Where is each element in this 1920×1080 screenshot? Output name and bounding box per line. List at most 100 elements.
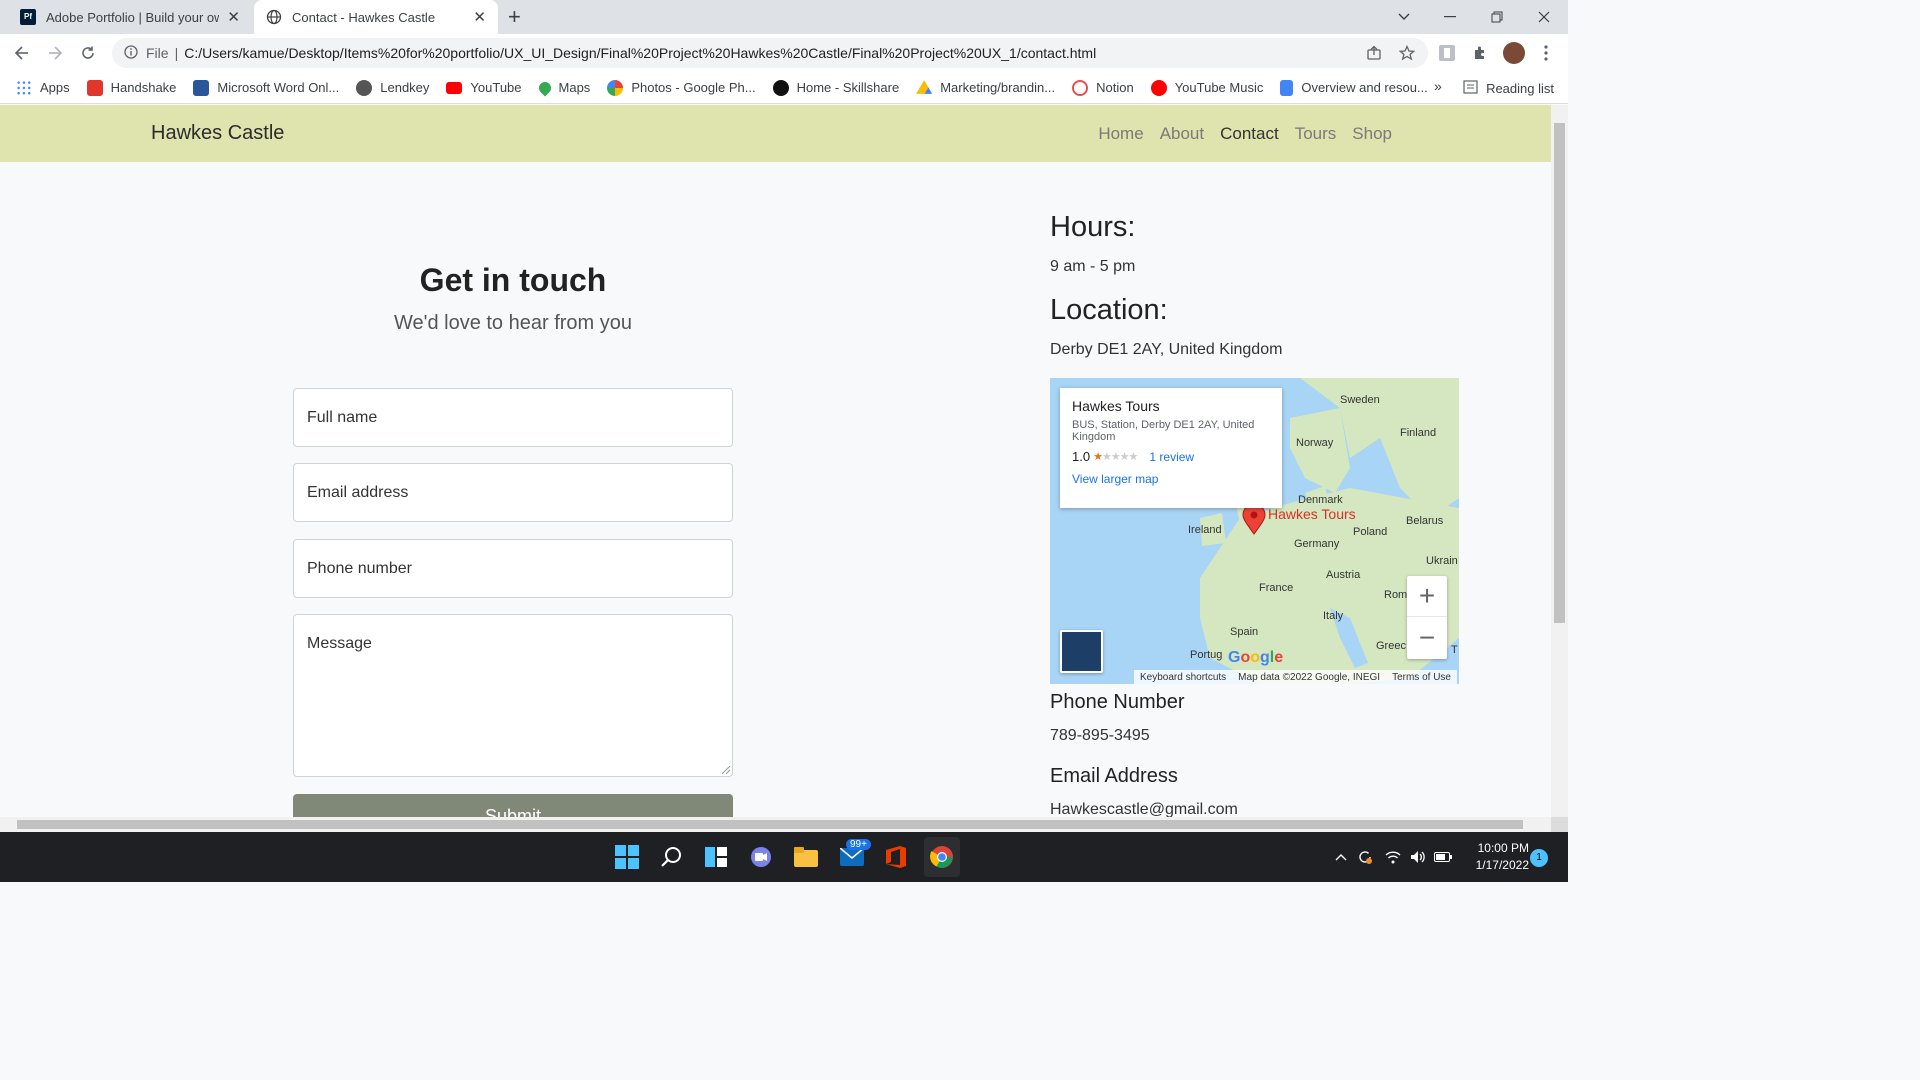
message-textarea[interactable]: Message xyxy=(293,614,733,777)
bookmark-maps[interactable]: Maps xyxy=(536,79,590,96)
photos-pinwheel-icon xyxy=(607,79,624,96)
maps-pin-icon xyxy=(536,79,554,96)
zoom-out-button[interactable]: − xyxy=(1407,617,1447,658)
bookmark-label: Overview and resou... xyxy=(1301,80,1428,95)
reload-icon[interactable] xyxy=(74,39,102,67)
bookmark-label: Photos - Google Ph... xyxy=(631,80,756,95)
nav-contact[interactable]: Contact xyxy=(1220,124,1279,144)
keyboard-shortcuts-link[interactable]: Keyboard shortcuts xyxy=(1140,672,1226,683)
volume-icon[interactable] xyxy=(1409,848,1427,866)
widgets-icon[interactable] xyxy=(700,841,732,873)
tab-contact[interactable]: Contact - Hawkes Castle ✕ xyxy=(254,0,498,34)
notification-count-badge[interactable]: 1 xyxy=(1530,849,1548,867)
horizontal-scrollbar[interactable] xyxy=(0,817,1551,832)
docs-icon xyxy=(1280,79,1294,96)
bookmark-drive[interactable]: Marketing/brandin... xyxy=(916,80,1055,96)
full-name-input[interactable]: Full name xyxy=(293,388,733,447)
address-bar[interactable]: File | C:/Users/kamue/Desktop/Items%20fo… xyxy=(112,38,1428,68)
new-tab-icon[interactable]: + xyxy=(508,4,521,30)
nav-tours[interactable]: Tours xyxy=(1295,124,1337,144)
tab-search-chevron-icon[interactable] xyxy=(1381,0,1427,34)
extensions-puzzle-icon[interactable] xyxy=(1470,43,1490,63)
bookmark-youtube[interactable]: YouTube xyxy=(446,80,522,95)
bookmark-word[interactable]: Microsoft Word Onl... xyxy=(193,79,339,96)
reading-list[interactable]: Reading list xyxy=(1463,72,1554,104)
page-viewport: Hawkes Castle Home About Contact Tours S… xyxy=(0,105,1551,817)
resize-handle-icon[interactable] xyxy=(722,766,730,774)
windows-start-icon[interactable] xyxy=(611,841,643,873)
extension-icon[interactable] xyxy=(1437,43,1457,63)
close-tab-icon[interactable]: ✕ xyxy=(227,8,240,26)
minimize-icon[interactable] xyxy=(1427,0,1473,34)
bookmark-apps[interactable]: Apps xyxy=(16,79,70,96)
bookmark-youtube-music[interactable]: YouTube Music xyxy=(1150,79,1264,96)
bookmark-label: Notion xyxy=(1096,80,1134,95)
reading-list-label: Reading list xyxy=(1486,80,1554,96)
bookmark-label: YouTube Music xyxy=(1174,80,1264,95)
map-label-belarus: Belarus xyxy=(1406,515,1444,527)
adobe-portfolio-icon: Pf xyxy=(20,9,36,25)
view-larger-map-link[interactable]: View larger map xyxy=(1072,472,1270,486)
tab-adobe-portfolio[interactable]: Pf Adobe Portfolio | Build your own ✕ xyxy=(8,0,252,34)
close-tab-icon[interactable]: ✕ xyxy=(473,8,486,26)
bookmarks-bar: Apps Handshake Microsoft Word Onl... Len… xyxy=(0,72,1568,104)
info-icon[interactable] xyxy=(124,44,138,62)
phone-input[interactable]: Phone number xyxy=(293,539,733,598)
satellite-toggle-button[interactable] xyxy=(1060,630,1103,673)
contact-subheading: We'd love to hear from you xyxy=(393,312,632,334)
url-text[interactable]: C:/Users/kamue/Desktop/Items%20for%20por… xyxy=(184,45,1096,61)
notion-icon xyxy=(1072,79,1089,96)
map-label-ukraine: Ukrain xyxy=(1426,555,1458,567)
bookmark-handshake[interactable]: Handshake xyxy=(86,79,176,96)
nav-shop[interactable]: Shop xyxy=(1352,124,1392,144)
bookmark-overview[interactable]: Overview and resou... xyxy=(1280,79,1428,96)
share-icon[interactable] xyxy=(1364,43,1384,63)
bookmarks-overflow-chevron[interactable]: » xyxy=(1434,78,1442,94)
map-pin-label: Hawkes Tours xyxy=(1268,506,1356,522)
phone-placeholder: Phone number xyxy=(307,559,412,577)
zoom-in-button[interactable]: + xyxy=(1407,576,1447,617)
email-value[interactable]: Hawkescastle@gmail.com xyxy=(1050,801,1238,817)
profile-avatar[interactable] xyxy=(1503,42,1525,64)
chat-icon[interactable] xyxy=(745,841,777,873)
map-data-credit: Map data ©2022 Google, INEGI xyxy=(1238,671,1381,683)
map-label-greece: Greec xyxy=(1376,640,1406,652)
nav-about[interactable]: About xyxy=(1160,124,1204,144)
vertical-scroll-thumb[interactable] xyxy=(1554,123,1565,623)
office-icon[interactable] xyxy=(880,841,912,873)
tray-overflow-chevron-icon[interactable] xyxy=(1332,848,1350,866)
nav-home[interactable]: Home xyxy=(1098,124,1143,144)
bookmark-skillshare[interactable]: Home - Skillshare xyxy=(772,79,899,96)
map-label-sweden: Sweden xyxy=(1340,394,1380,406)
vertical-scrollbar[interactable] xyxy=(1551,105,1568,817)
embedded-map[interactable]: Sweden Finland Norway Denmark Belarus Ir… xyxy=(1050,378,1459,684)
map-info-card: Hawkes Tours BUS, Station, Derby DE1 2AY… xyxy=(1060,388,1282,508)
youtube-icon xyxy=(446,81,463,94)
file-explorer-icon[interactable] xyxy=(790,841,822,873)
back-icon[interactable] xyxy=(8,39,36,67)
close-window-icon[interactable] xyxy=(1521,0,1567,34)
restore-icon[interactable] xyxy=(1474,0,1520,34)
bookmark-notion[interactable]: Notion xyxy=(1072,79,1134,96)
terms-of-use-link[interactable]: Terms of Use xyxy=(1392,672,1451,683)
map-label-spain: Spain xyxy=(1230,626,1259,638)
site-brand[interactable]: Hawkes Castle xyxy=(151,122,284,145)
submit-button[interactable]: Submit xyxy=(293,794,733,817)
sync-icon[interactable] xyxy=(1356,848,1374,866)
map-zoom-control: + − xyxy=(1407,576,1447,659)
bookmark-label: Marketing/brandin... xyxy=(940,80,1056,95)
bookmark-star-icon[interactable] xyxy=(1397,43,1417,63)
bookmark-lendkey[interactable]: Lendkey xyxy=(356,79,429,96)
wifi-icon[interactable] xyxy=(1384,848,1402,866)
battery-icon[interactable] xyxy=(1434,848,1452,866)
system-clock[interactable]: 10:00 PM 1/17/2022 xyxy=(1455,840,1529,874)
horizontal-scroll-thumb[interactable] xyxy=(17,820,1523,829)
email-placeholder: Email address xyxy=(307,483,409,501)
bookmark-photos[interactable]: Photos - Google Ph... xyxy=(607,79,756,96)
chrome-icon[interactable] xyxy=(924,837,960,877)
menu-kebab-icon[interactable] xyxy=(1536,43,1556,63)
forward-icon[interactable] xyxy=(41,39,69,67)
search-icon[interactable] xyxy=(656,841,688,873)
review-link[interactable]: 1 review xyxy=(1149,450,1194,464)
email-input[interactable]: Email address xyxy=(293,463,733,522)
